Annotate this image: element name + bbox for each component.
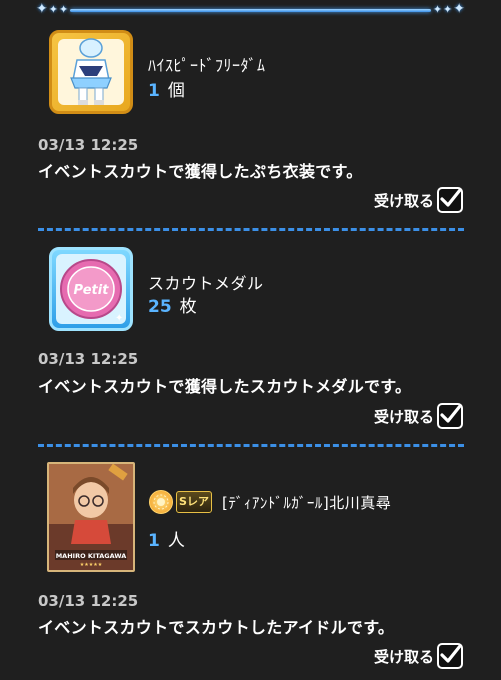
receive-label: 受け取る xyxy=(373,191,434,210)
checkmark-icon xyxy=(440,404,462,423)
received-date: 03/13 12:25 xyxy=(38,350,139,368)
passion-attribute-icon xyxy=(149,490,173,514)
stars-left-icon: ✦ ✦ ✦ xyxy=(36,1,69,17)
quantity-number: 1 xyxy=(148,531,160,551)
item-quantity: 25 枚 xyxy=(148,292,197,317)
svg-text:★★★★★: ★★★★★ xyxy=(80,562,103,568)
quantity-unit: 枚 xyxy=(179,297,197,317)
idol-card-thumbnail: MAHIRO KITAGAWA ★★★★★ xyxy=(47,462,135,572)
card-caption: MAHIRO KITAGAWA xyxy=(56,552,127,560)
item-quantity: 1個 xyxy=(148,76,185,101)
received-date: 03/13 12:25 xyxy=(38,592,139,610)
item-divider xyxy=(38,444,464,447)
stars-right-icon: ✦ ✦ ✦ xyxy=(432,1,465,17)
svg-text:✦: ✦ xyxy=(115,313,123,324)
item-quantity: 1人 xyxy=(148,526,185,551)
item-name: スカウトメダル xyxy=(148,274,264,293)
item-name: ﾊｲｽﾋﾟｰﾄﾞﾌﾘｰﾀﾞﾑ xyxy=(148,56,266,75)
receive-toggle[interactable]: 受け取る xyxy=(374,643,463,669)
scout-medal-icon: Petit ✦ xyxy=(49,247,133,331)
receive-checkbox[interactable] xyxy=(437,403,463,429)
item-description: イベントスカウトで獲得したぷち衣装です。 xyxy=(38,162,363,181)
item-name: [ﾃﾞｨｱﾝﾄﾞﾙｶﾞｰﾙ]北川真尋 xyxy=(222,494,392,512)
receive-checkbox[interactable] xyxy=(437,187,463,213)
top-decorative-border: ✦ ✦ ✦ ✦ ✦ ✦ xyxy=(0,0,501,22)
checkmark-icon xyxy=(440,188,462,207)
item-description: イベントスカウトでスカウトしたアイドルです。 xyxy=(38,618,395,637)
item-divider xyxy=(38,228,464,231)
receive-label: 受け取る xyxy=(373,407,434,426)
checkmark-icon xyxy=(440,644,462,663)
quantity-unit: 人 xyxy=(167,531,185,551)
quantity-number: 1 xyxy=(148,81,160,101)
item-description: イベントスカウトで獲得したスカウトメダルです。 xyxy=(38,377,412,396)
quantity-number: 25 xyxy=(148,297,172,317)
receive-checkbox[interactable] xyxy=(437,643,463,669)
quantity-unit: 個 xyxy=(167,81,185,101)
receive-label: 受け取る xyxy=(373,647,434,666)
medal-text: Petit xyxy=(74,283,110,298)
top-border-line xyxy=(70,9,431,12)
receive-toggle[interactable]: 受け取る xyxy=(374,403,463,429)
received-date: 03/13 12:25 xyxy=(38,136,139,154)
petit-costume-icon xyxy=(49,30,133,114)
rarity-badge: Sレア xyxy=(176,491,212,513)
receive-toggle[interactable]: 受け取る xyxy=(374,187,463,213)
